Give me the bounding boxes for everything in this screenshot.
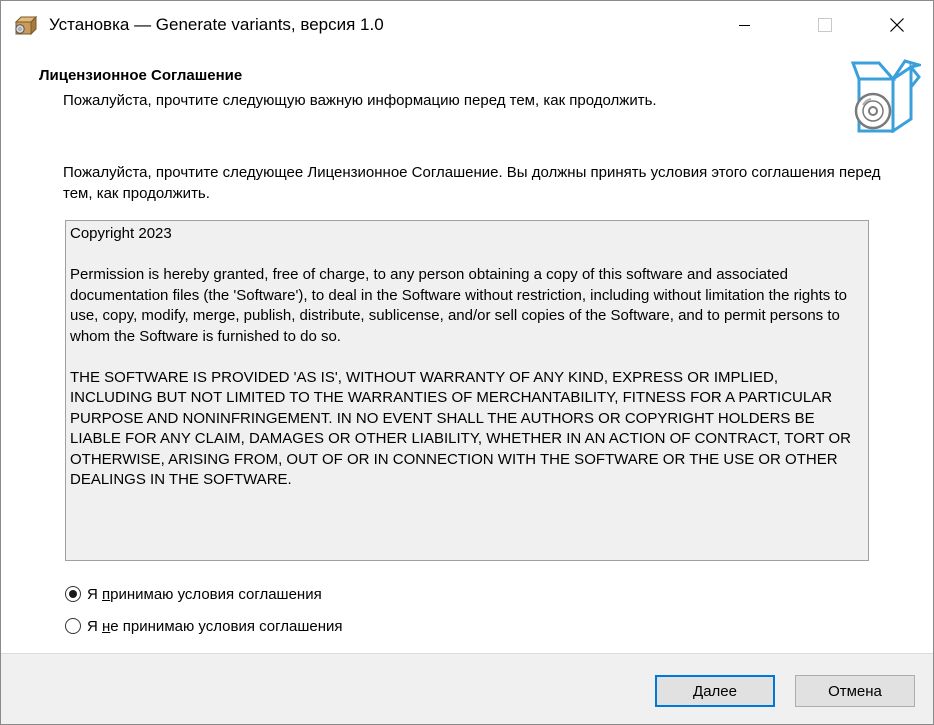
license-text-box[interactable]: Copyright 2023 Permission is hereby gran… (65, 220, 869, 561)
accept-agreement-label[interactable]: Я принимаю условия соглашения (87, 586, 322, 603)
next-button[interactable]: Далее (655, 675, 775, 707)
close-icon (890, 18, 904, 32)
title-bar[interactable]: Установка — Generate variants, версия 1.… (1, 1, 933, 49)
page-title: Лицензионное Соглашение (39, 67, 243, 84)
close-button[interactable] (874, 1, 920, 49)
maximize-icon (818, 18, 832, 32)
decline-agreement-radio[interactable]: Я не принимаю условия соглашения (65, 615, 343, 637)
decline-agreement-label[interactable]: Я не принимаю условия соглашения (87, 618, 343, 635)
cancel-button[interactable]: Отмена (795, 675, 915, 707)
wizard-footer: Далее Отмена (1, 653, 933, 724)
minimize-icon (739, 25, 750, 26)
page-subtitle: Пожалуйста, прочтите следующую важную ин… (63, 92, 657, 109)
box-with-disc-icon (850, 59, 921, 133)
installer-package-icon (14, 15, 37, 36)
maximize-button (802, 1, 848, 49)
intro-text: Пожалуйста, прочтите следующее Лицензион… (63, 164, 881, 202)
minimize-button[interactable] (722, 1, 768, 49)
radio-checked-icon (65, 586, 81, 602)
installer-window: Установка — Generate variants, версия 1.… (0, 0, 934, 725)
wizard-header: Лицензионное Соглашение Пожалуйста, проч… (1, 49, 933, 141)
window-title: Установка — Generate variants, версия 1.… (49, 15, 384, 34)
accept-agreement-radio[interactable]: Я принимаю условия соглашения (65, 583, 322, 605)
radio-unchecked-icon (65, 618, 81, 634)
